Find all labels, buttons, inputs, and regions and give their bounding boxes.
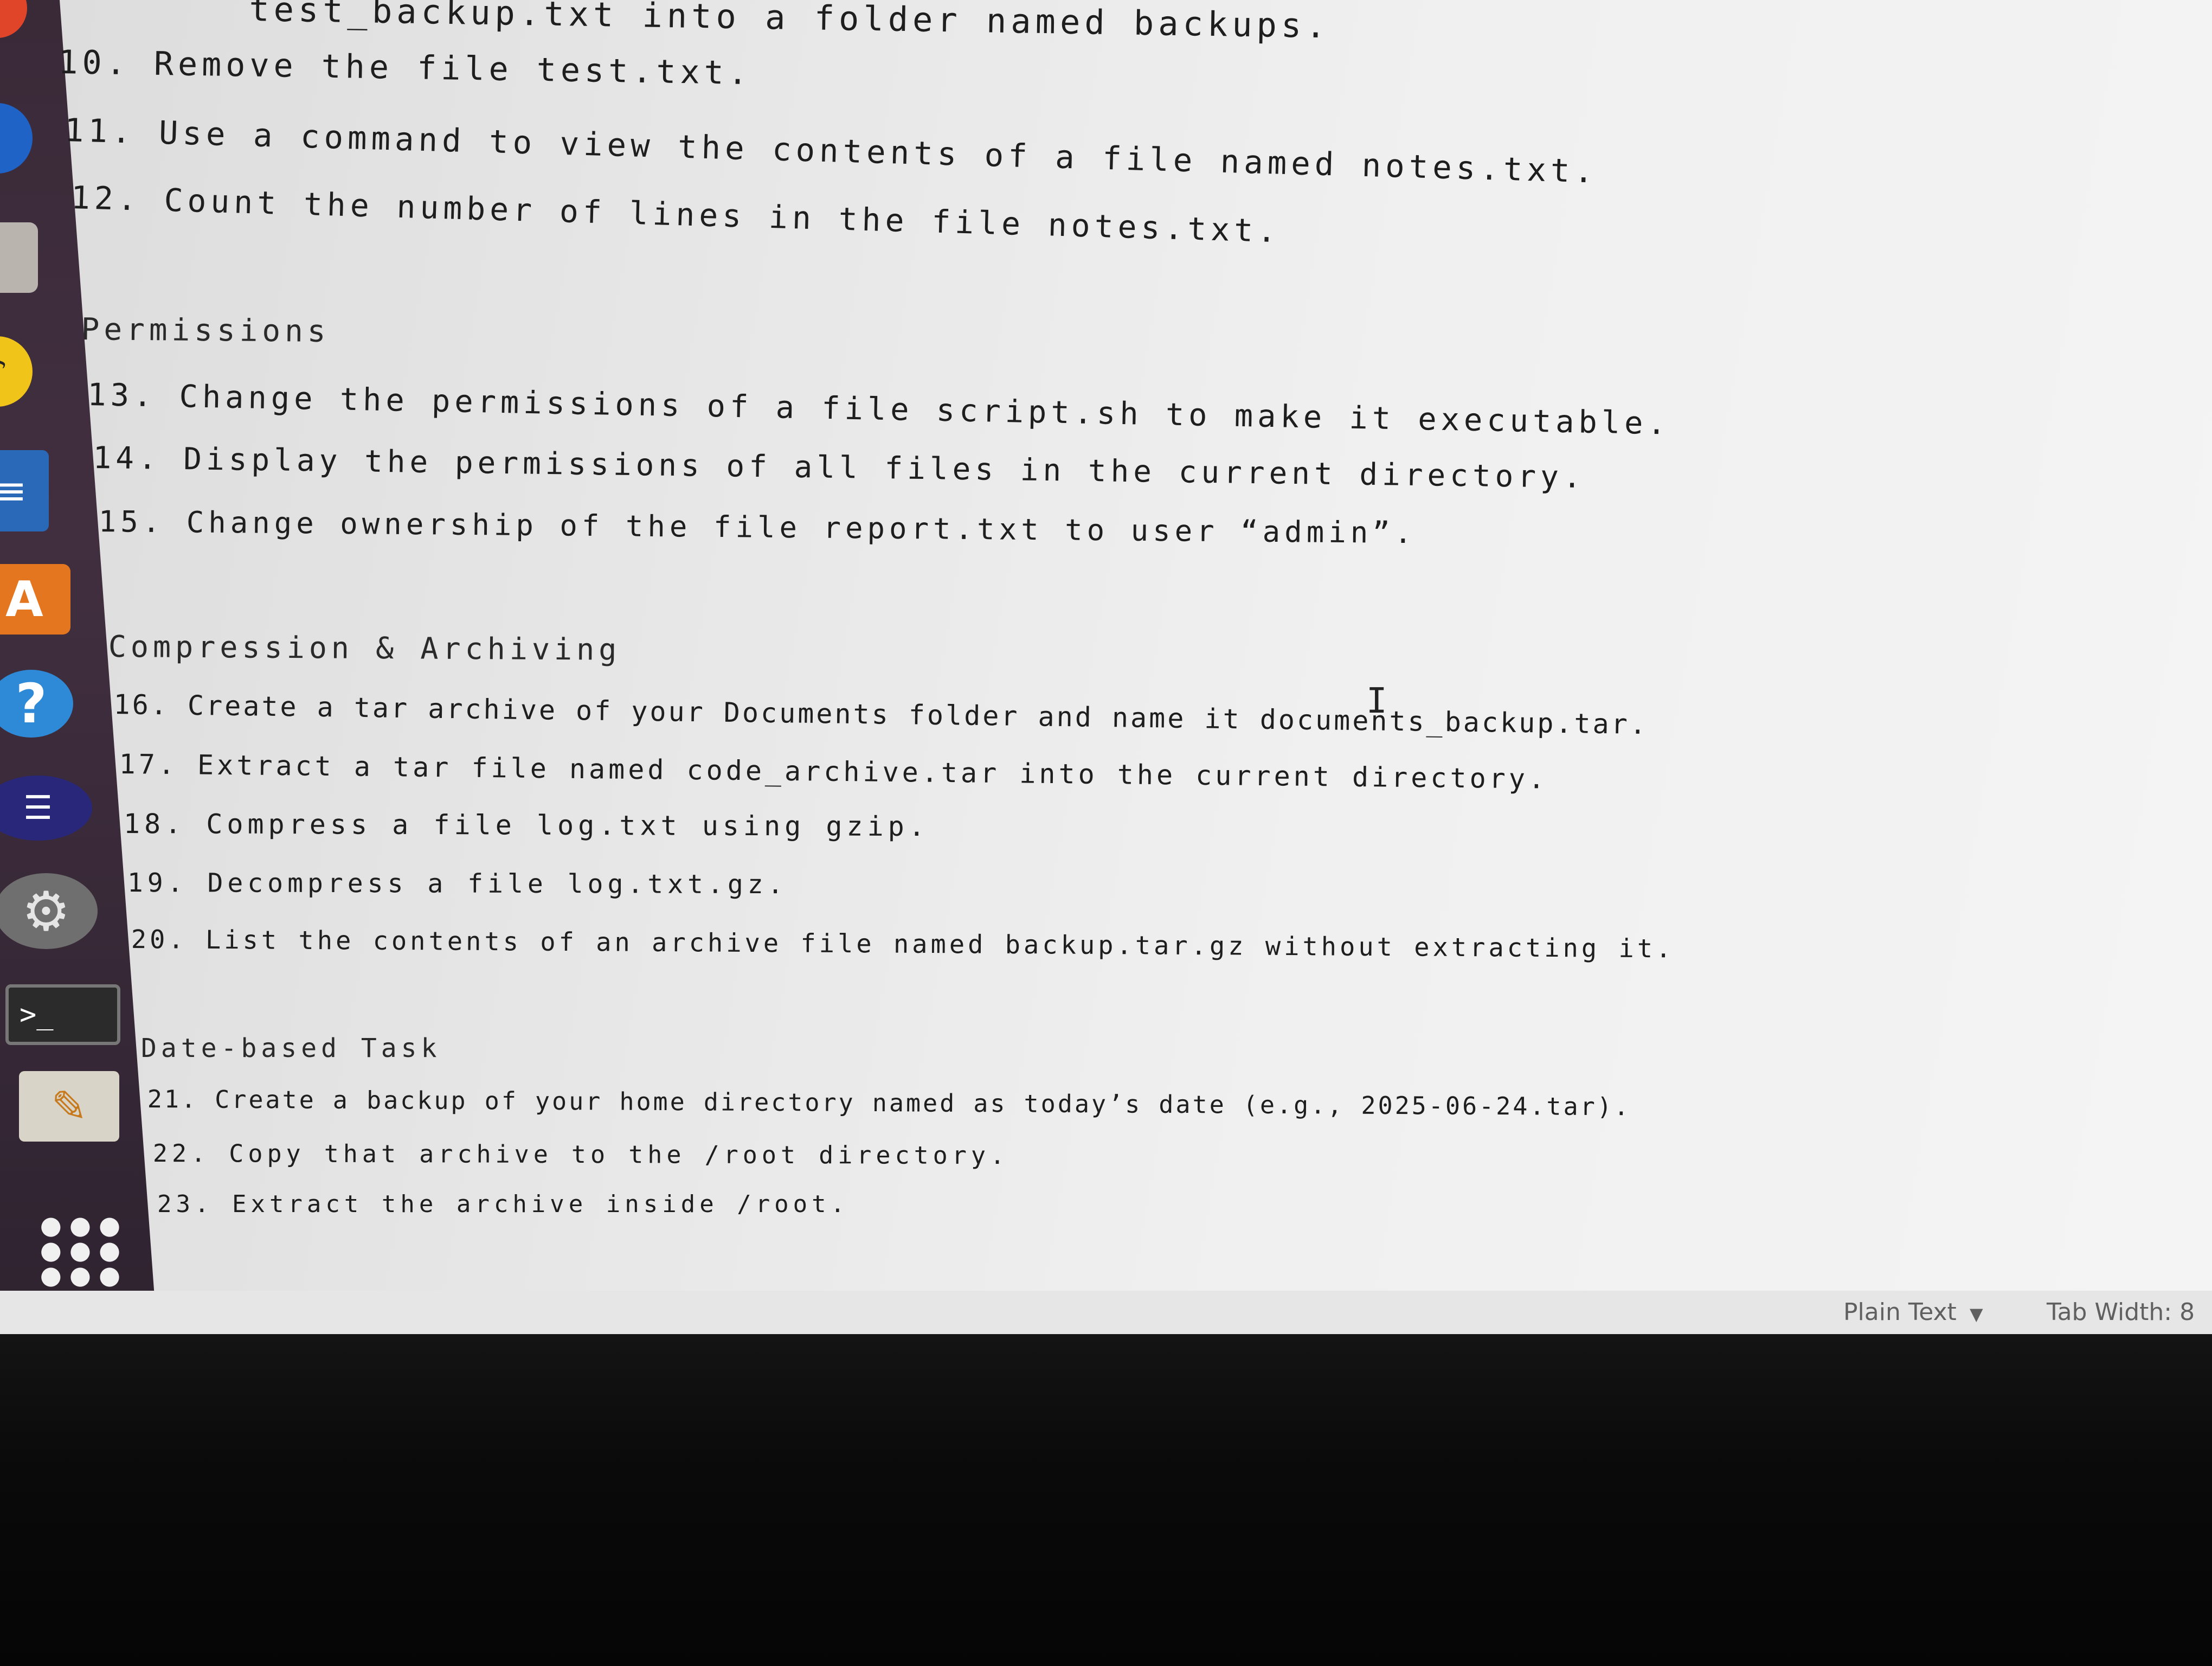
- text-line: 15. Change ownership of the file report.…: [98, 504, 1417, 550]
- text-line: 18. Compress a file log.txt using gzip.: [123, 808, 929, 843]
- text-line: 19. Decompress a file log.txt.gz.: [127, 868, 788, 900]
- firefox-icon[interactable]: [0, 0, 27, 38]
- text-line: 14. Display the permissions of all files…: [93, 440, 1586, 496]
- writer-icon[interactable]: ≡: [0, 450, 49, 531]
- text-line: 22. Copy that archive to the /root direc…: [152, 1139, 1009, 1170]
- section-heading: Permissions: [81, 312, 330, 350]
- status-bar: Plain Text ▼ Tab Width: 8: [0, 1291, 2212, 1334]
- text-line: 20. List the contents of an archive file…: [131, 925, 1675, 964]
- tab-width-selector[interactable]: Tab Width: 8: [2047, 1298, 2195, 1326]
- screen: ♪ ≡ A ? ☰ ⚙ >_ ✎ ●●●●●●●●● test_backup.t…: [0, 0, 2212, 1334]
- section-heading: Compression & Archiving: [108, 629, 621, 667]
- tab-width-label: Tab Width: 8: [2047, 1298, 2195, 1326]
- text-cursor-icon: I: [1366, 681, 1387, 721]
- language-label: Plain Text: [1843, 1298, 1957, 1326]
- text-line: test_backup.txt into a folder named back…: [248, 0, 1331, 46]
- text-line: 21. Create a backup of your home directo…: [147, 1085, 1631, 1122]
- text-editor-view[interactable]: test_backup.txt into a folder named back…: [54, 0, 2212, 1312]
- text-line: 13. Change the permissions of a file scr…: [87, 377, 1671, 442]
- thunderbird-icon[interactable]: [0, 103, 33, 174]
- text-line: 23. Extract the archive inside /root.: [157, 1190, 850, 1218]
- files-icon[interactable]: [0, 222, 38, 293]
- text-line: 12. Count the number of lines in the fil…: [70, 179, 1281, 250]
- rhythmbox-icon[interactable]: ♪: [0, 336, 33, 407]
- monitor-bezel: [0, 1334, 2212, 1666]
- language-selector[interactable]: Plain Text ▼: [1843, 1298, 1983, 1326]
- text-line: 10. Remove the file test.txt.: [57, 43, 753, 93]
- section-heading: Date-based Task: [141, 1033, 441, 1063]
- text-line: 16. Create a tar archive of your Documen…: [113, 689, 1649, 741]
- text-line: 17. Extract a tar file named code_archiv…: [119, 748, 1548, 795]
- text-line: 11. Use a command to view the contents o…: [64, 111, 1598, 190]
- chevron-down-icon: ▼: [1964, 1304, 1983, 1324]
